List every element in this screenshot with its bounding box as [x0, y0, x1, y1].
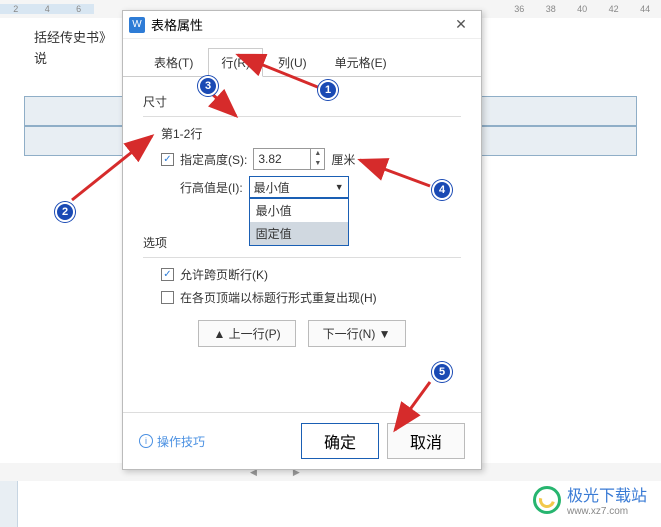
close-button[interactable]: ✕	[447, 13, 475, 37]
row-height-is-dropdown: 最小值 固定值	[249, 198, 349, 246]
ruler-mark: 6	[63, 4, 94, 14]
height-spinner[interactable]: ▲▼	[311, 148, 325, 170]
annotation-marker-1: 1	[318, 80, 338, 100]
specify-height-label: 指定高度(S):	[180, 151, 247, 168]
dialog-title: 表格属性	[151, 15, 447, 34]
row-range-label: 第1-2行	[161, 125, 461, 142]
ruler-mark: 2	[0, 4, 31, 14]
ruler-mark: 42	[598, 4, 629, 14]
repeat-header-label: 在各页顶端以标题行形式重复出现(H)	[180, 289, 377, 306]
watermark-name: 极光下载站	[567, 482, 647, 506]
tabs: 表格(T) 行(R) 列(U) 单元格(E)	[123, 39, 481, 77]
specify-height-checkbox[interactable]: ✓	[161, 153, 174, 166]
watermark-logo-icon	[533, 486, 561, 514]
ok-button[interactable]: 确定	[301, 423, 379, 459]
chevron-down-icon: ▼	[311, 159, 324, 169]
tab-cell[interactable]: 单元格(E)	[322, 48, 400, 77]
prev-row-button[interactable]: ▲ 上一行(P)	[198, 320, 295, 347]
row-height-is-label: 行高值是(I):	[180, 179, 243, 196]
close-icon: ✕	[455, 16, 467, 33]
chevron-up-icon: ▲	[311, 149, 324, 159]
ruler-mark: 36	[504, 4, 535, 14]
tab-column[interactable]: 列(U)	[265, 48, 320, 77]
allow-break-checkbox[interactable]: ✓	[161, 268, 174, 281]
next-row-button[interactable]: 下一行(N) ▼	[308, 320, 406, 347]
app-icon: W	[129, 17, 145, 33]
dialog-titlebar[interactable]: W 表格属性 ✕	[123, 11, 481, 39]
dropdown-option[interactable]: 最小值	[250, 199, 348, 222]
annotation-marker-5: 5	[432, 362, 452, 382]
height-input[interactable]: 3.82	[253, 148, 311, 170]
table-properties-dialog: W 表格属性 ✕ 表格(T) 行(R) 列(U) 单元格(E) 尺寸 第1-2行…	[122, 10, 482, 470]
row-height-is-combo[interactable]: 最小值 ▼ 最小值 固定值	[249, 176, 349, 198]
size-group-label: 尺寸	[143, 93, 461, 110]
ruler-mark: 38	[535, 4, 566, 14]
allow-break-label: 允许跨页断行(K)	[180, 266, 268, 283]
ruler-mark: 4	[31, 4, 62, 14]
ruler-mark: 40	[566, 4, 597, 14]
info-icon: i	[139, 434, 153, 448]
repeat-header-checkbox[interactable]	[161, 291, 174, 304]
cancel-button[interactable]: 取消	[387, 423, 465, 459]
tab-row[interactable]: 行(R)	[208, 48, 263, 77]
height-unit-label: 厘米	[331, 151, 355, 168]
watermark: 极光下载站 www.xz7.com	[533, 482, 647, 517]
operation-tips-link[interactable]: i 操作技巧	[139, 433, 205, 450]
watermark-url: www.xz7.com	[567, 506, 647, 517]
document-text: 括经传史书》 说	[34, 28, 112, 70]
tab-table[interactable]: 表格(T)	[141, 48, 206, 77]
dropdown-option[interactable]: 固定值	[250, 222, 348, 245]
chevron-down-icon: ▼	[335, 182, 344, 192]
ruler-mark: 44	[629, 4, 660, 14]
annotation-marker-4: 4	[432, 180, 452, 200]
left-gutter	[0, 481, 18, 527]
annotation-marker-2: 2	[55, 202, 75, 222]
annotation-marker-3: 3	[198, 76, 218, 96]
